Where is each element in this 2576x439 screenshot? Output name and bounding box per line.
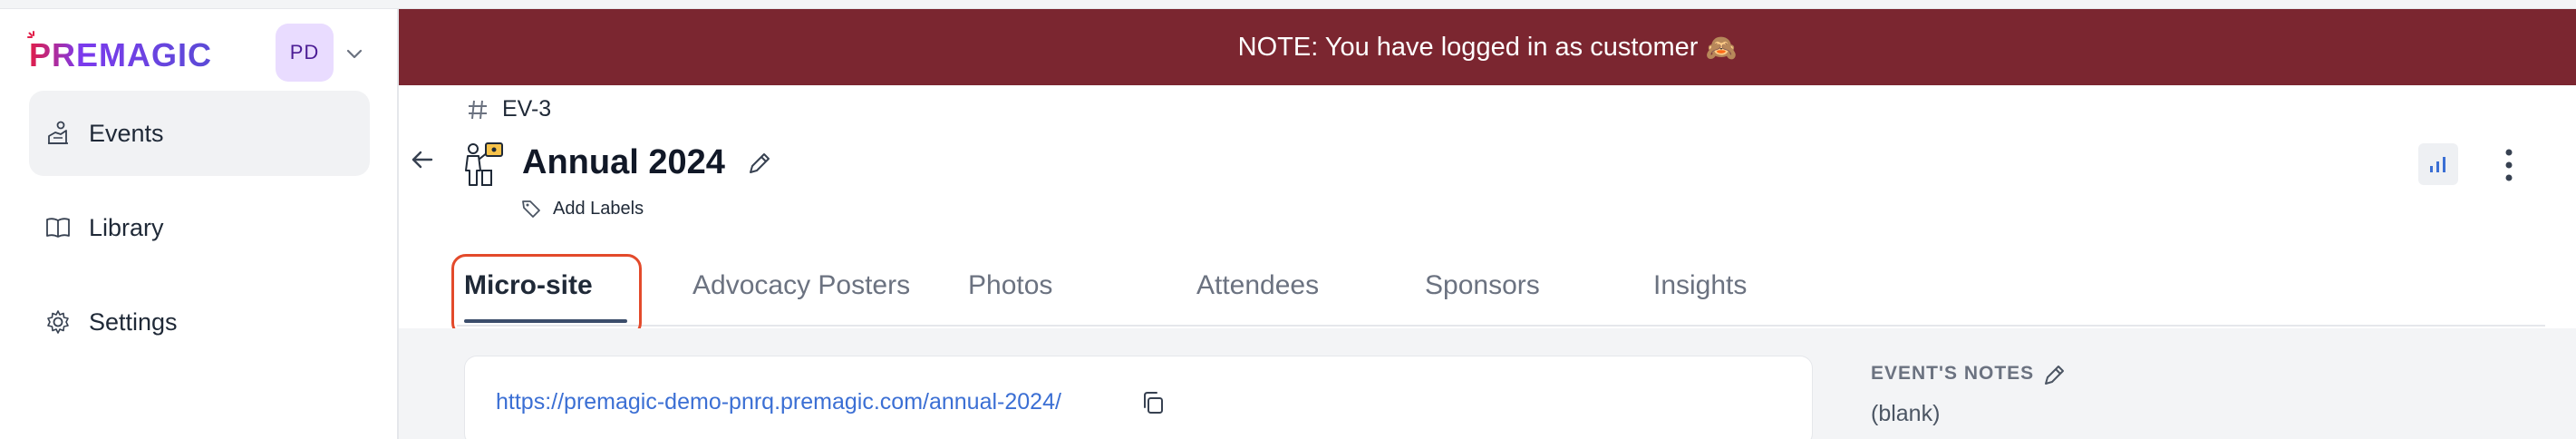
back-arrow-icon[interactable] — [406, 143, 439, 176]
microsite-url-link[interactable]: https://premagic-demo-pnrq.premagic.com/… — [496, 389, 1061, 415]
tag-icon — [522, 200, 540, 218]
book-icon — [44, 213, 73, 242]
tab-insights[interactable]: Insights — [1653, 270, 1747, 301]
brand-name: PREMAGIC — [29, 36, 213, 73]
events-icon — [44, 119, 73, 148]
top-edge — [0, 0, 2576, 9]
chevron-down-icon[interactable] — [344, 44, 364, 63]
add-labels-button[interactable]: Add Labels — [520, 198, 644, 220]
sidebar: PREMAGIC PD Events Library Settings — [0, 9, 399, 439]
sidebar-item-library[interactable]: Library — [29, 185, 370, 270]
tab-label: Sponsors — [1425, 270, 1540, 300]
banner-text: NOTE: You have logged in as customer — [1237, 32, 1699, 62]
tab-label: Insights — [1653, 270, 1748, 300]
event-presenter-icon — [465, 142, 503, 186]
sidebar-item-events[interactable]: Events — [29, 91, 370, 176]
hash-icon — [469, 100, 487, 119]
pencil-icon[interactable] — [745, 149, 774, 178]
tab-sponsors[interactable]: Sponsors — [1425, 270, 1540, 301]
tab-label: Photos — [968, 270, 1053, 300]
user-avatar[interactable]: PD — [276, 24, 334, 82]
add-labels-text: Add Labels — [553, 198, 644, 219]
spark-icon — [27, 31, 34, 38]
customer-login-banner: NOTE: You have logged in as customer 🙈 — [399, 9, 2576, 85]
tab-photos[interactable]: Photos — [968, 270, 1052, 301]
pencil-icon[interactable] — [2041, 361, 2068, 388]
tab-attendees[interactable]: Attendees — [1196, 270, 1319, 301]
brand-logo[interactable]: PREMAGIC — [27, 31, 213, 74]
sidebar-item-label: Library — [89, 213, 164, 241]
sidebar-item-settings[interactable]: Settings — [29, 279, 370, 365]
event-notes-label: EVENT'S NOTES — [1871, 363, 2035, 384]
tab-highlight-box — [451, 254, 642, 337]
sidebar-item-label: Settings — [89, 307, 178, 336]
event-title: Annual 2024 — [522, 143, 725, 181]
event-code-text: EV-3 — [502, 96, 552, 122]
gear-icon — [44, 307, 73, 337]
bar-chart-icon — [2430, 157, 2445, 172]
analytics-button[interactable] — [2418, 143, 2458, 185]
event-code: EV-3 — [466, 96, 551, 122]
event-notes-value: (blank) — [1871, 401, 1941, 426]
microsite-card: https://premagic-demo-pnrq.premagic.com/… — [464, 356, 1813, 439]
more-vertical-icon[interactable] — [2496, 147, 2522, 183]
tab-label: Advocacy Posters — [692, 270, 911, 300]
tab-advocacy-posters[interactable]: Advocacy Posters — [692, 270, 910, 301]
app-page: PREMAGIC PD Events Library Settings NOTE… — [0, 0, 2576, 439]
event-tabs: Micro-site Advocacy Posters Photos Atten… — [451, 254, 2545, 337]
sidebar-item-label: Events — [89, 119, 164, 147]
copy-icon[interactable] — [1139, 389, 1167, 416]
tab-label: Attendees — [1196, 270, 1320, 300]
see-no-evil-monkey-icon: 🙈 — [1705, 33, 1738, 62]
